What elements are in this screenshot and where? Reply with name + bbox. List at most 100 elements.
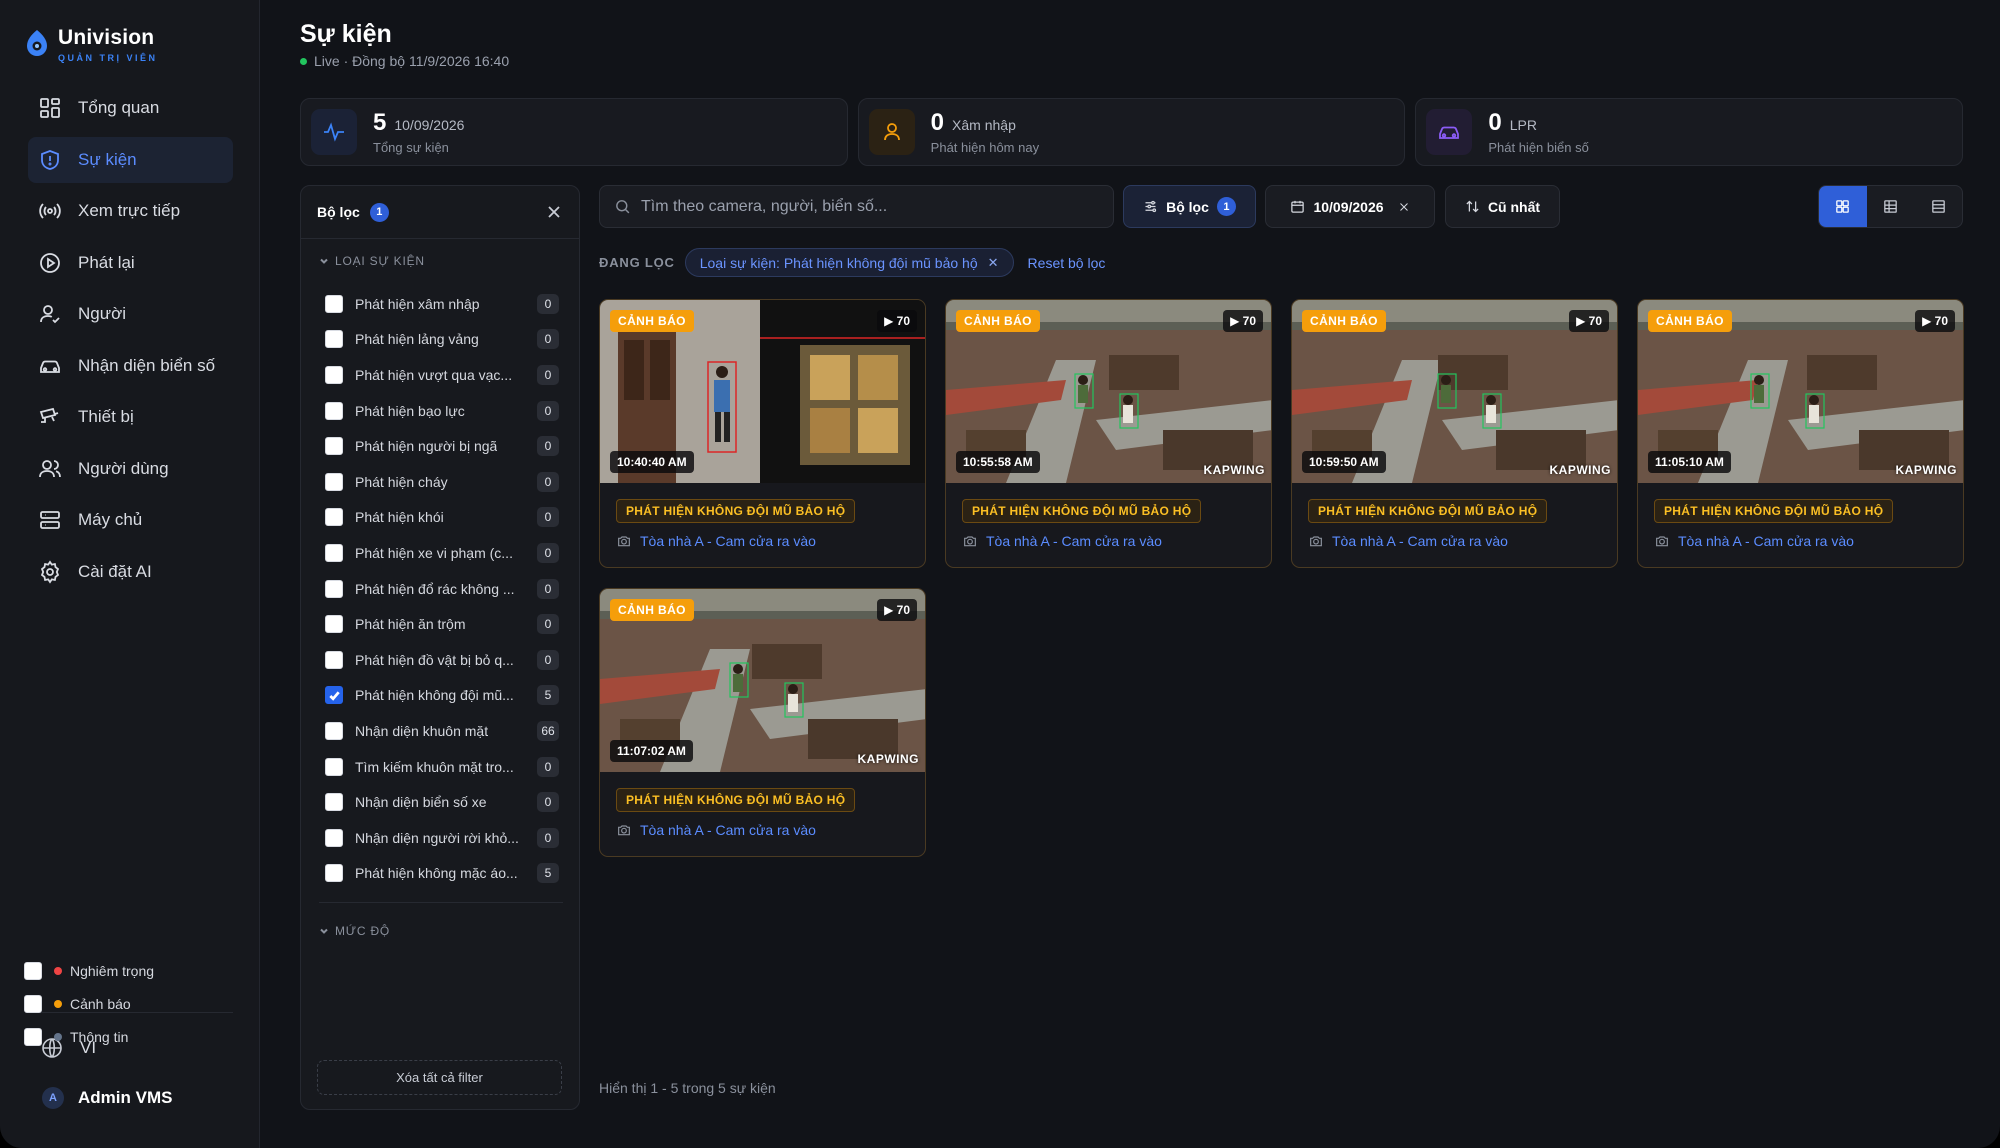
clear-all-filters-button[interactable]: Xóa tất cả filter	[317, 1060, 562, 1095]
event-thumbnail[interactable]: CẢNH BÁO ▶ 70 10:55:58 AM KAPWING	[946, 300, 1271, 483]
stat-unit: LPR	[1509, 117, 1537, 133]
event-type-option[interactable]: Phát hiện vượt qua vạc... 0	[325, 357, 559, 393]
checkbox[interactable]	[24, 961, 42, 980]
close-icon[interactable]: ✕	[988, 255, 999, 271]
event-type-option[interactable]: Phát hiện bạo lực 0	[325, 393, 559, 429]
sidebar-item-servers[interactable]: Máy chủ	[28, 497, 233, 543]
event-type-option[interactable]: Phát hiện đồ vật bị bỏ q... 0	[325, 642, 559, 678]
checkbox[interactable]	[325, 365, 343, 384]
event-card[interactable]: CẢNH BÁO ▶ 70 10:55:58 AM KAPWING PHÁT HIỆN …	[945, 299, 1272, 568]
sort-button[interactable]: Cũ nhất	[1445, 185, 1560, 228]
sidebar-item-people[interactable]: Người	[28, 291, 233, 337]
event-type-option[interactable]: Phát hiện xe vi phạm (c... 0	[325, 535, 559, 571]
search-bar	[599, 185, 1114, 228]
event-type-option[interactable]: Phát hiện không đội mũ... 5	[325, 678, 559, 714]
checkbox[interactable]	[325, 294, 343, 313]
event-type-section-toggle[interactable]: LOẠI SỰ KIỆN	[301, 254, 425, 268]
sliders-icon	[1145, 200, 1157, 213]
live-dot	[300, 57, 307, 65]
event-type-badge: PHÁT HIỆN KHÔNG ĐỘI MŨ BẢO HỘ	[1654, 499, 1894, 523]
close-icon[interactable]	[545, 203, 563, 221]
sidebar-item-live[interactable]: Xem trực tiếp	[28, 188, 233, 234]
user-menu[interactable]: A Admin VMS	[42, 1087, 172, 1109]
sidebar-item-users[interactable]: Người dùng	[28, 446, 233, 492]
event-type-option[interactable]: Phát hiện không mặc áo... 5	[325, 856, 559, 892]
sidebar-item-events[interactable]: Sự kiện	[28, 136, 233, 183]
event-type-option[interactable]: Phát hiện cháy 0	[325, 464, 559, 500]
checkbox[interactable]	[325, 650, 343, 669]
checkbox[interactable]	[325, 686, 343, 705]
event-type-option[interactable]: Nhận diện khuôn mặt 66	[325, 713, 559, 749]
sidebar-item-overview[interactable]: Tổng quan	[28, 85, 233, 131]
search-input[interactable]	[641, 197, 1081, 216]
checkbox[interactable]	[325, 437, 343, 456]
checkbox[interactable]	[325, 615, 343, 634]
camera-info: Tòa nhà A - Cam cửa ra vào	[962, 533, 1162, 549]
sidebar-item-lpr[interactable]: Nhận diện biển số	[28, 343, 233, 389]
search-icon	[616, 200, 630, 214]
active-filters-label: ĐANG LỌC	[599, 255, 675, 270]
checkbox[interactable]	[325, 472, 343, 491]
sidebar-item-devices[interactable]: Thiết bị	[28, 394, 233, 440]
event-type-option[interactable]: Phát hiện khói 0	[325, 500, 559, 536]
date-picker-button[interactable]: 10/09/2026	[1265, 185, 1435, 228]
checkbox[interactable]	[325, 721, 343, 740]
event-type-option[interactable]: Phát hiện người bị ngã 0	[325, 428, 559, 464]
severity-badge: CẢNH BÁO	[610, 599, 694, 621]
grid-view-button[interactable]	[1819, 186, 1867, 227]
event-type-option[interactable]: Phát hiện ăn trộm 0	[325, 606, 559, 642]
event-type-option[interactable]: Phát hiện lảng vảng 0	[325, 322, 559, 358]
event-card[interactable]: CẢNH BÁO ▶ 70 11:07:02 AM KAPWING PHÁT HIỆN …	[599, 588, 926, 857]
brand[interactable]: Univision QUẢN TRỊ VIÊN	[26, 26, 158, 63]
checkbox[interactable]	[325, 864, 343, 883]
camera-info: Tòa nhà A - Cam cửa ra vào	[1654, 533, 1854, 549]
checkbox[interactable]	[325, 330, 343, 349]
sidebar-item-playback[interactable]: Phát lại	[28, 240, 233, 286]
table-view-button[interactable]	[1867, 186, 1915, 227]
stat-subtitle: Phát hiện hôm nay	[930, 140, 1040, 155]
event-card[interactable]: CẢNH BÁO ▶ 70 10:40:40 AM PHÁT HIỆN KHÔNG Đ…	[599, 299, 926, 568]
sidebar-item-label: Người	[78, 304, 127, 323]
list-view-button[interactable]	[1914, 186, 1962, 227]
checkbox[interactable]	[24, 1027, 42, 1046]
event-type-count: 0	[537, 578, 559, 599]
reset-filters-link[interactable]: Reset bộ lọc	[1028, 255, 1106, 271]
severity-option-warning[interactable]: Cảnh báo	[24, 987, 154, 1020]
checkbox[interactable]	[325, 401, 343, 420]
event-card[interactable]: CẢNH BÁO ▶ 70 10:59:50 AM KAPWING PHÁT HIỆN …	[1291, 299, 1618, 568]
sidebar-item-ai-settings[interactable]: Cài đặt AI	[28, 549, 233, 595]
severity-section-toggle[interactable]: MỨC ĐỘ	[301, 924, 390, 938]
severity-option-info[interactable]: Thông tin	[24, 1020, 154, 1053]
event-type-option[interactable]: Phát hiện đổ rác không ... 0	[325, 571, 559, 607]
event-type-option[interactable]: Tìm kiếm khuôn mặt tro... 0	[325, 749, 559, 785]
checkbox[interactable]	[325, 793, 343, 812]
camera-info: Tòa nhà A - Cam cửa ra vào	[1308, 533, 1508, 549]
event-thumbnail[interactable]: CẢNH BÁO ▶ 70 10:59:50 AM KAPWING	[1292, 300, 1617, 483]
checkbox[interactable]	[325, 579, 343, 598]
event-thumbnail[interactable]: CẢNH BÁO ▶ 70 11:05:10 AM KAPWING	[1638, 300, 1963, 483]
date-label: 10/09/2026	[1313, 198, 1384, 215]
filter-button[interactable]: Bộ lọc 1	[1123, 185, 1256, 228]
checkbox[interactable]	[325, 543, 343, 562]
list-icon	[1931, 200, 1945, 213]
severity-option-critical[interactable]: Nghiêm trọng	[24, 954, 154, 987]
checkbox[interactable]	[24, 994, 42, 1013]
event-type-option[interactable]: Nhận diện người rời khỏ... 0	[325, 820, 559, 856]
active-filter-chip[interactable]: Loại sự kiện: Phát hiện không đội mũ bảo…	[684, 248, 1014, 277]
event-type-option[interactable]: Nhận diện biển số xe 0	[325, 784, 559, 820]
checkbox[interactable]	[325, 757, 343, 776]
event-type-label: Nhận diện người rời khỏ...	[355, 829, 519, 846]
close-icon[interactable]	[1398, 201, 1410, 213]
event-thumbnail[interactable]: CẢNH BÁO ▶ 70 10:40:40 AM	[600, 300, 925, 483]
user-check-icon	[40, 305, 60, 324]
checkbox[interactable]	[325, 508, 343, 527]
event-type-option[interactable]: Phát hiện xâm nhập 0	[325, 286, 559, 322]
sidebar-item-label: Cài đặt AI	[78, 561, 152, 581]
event-card[interactable]: CẢNH BÁO ▶ 70 11:05:10 AM KAPWING PHÁT HIỆN …	[1637, 299, 1964, 568]
event-thumbnail[interactable]: CẢNH BÁO ▶ 70 11:07:02 AM KAPWING	[600, 589, 925, 772]
watermark: KAPWING	[857, 752, 919, 766]
sidebar-item-label: Nhận diện biển số	[78, 355, 216, 375]
event-time: 11:07:02 AM	[610, 740, 693, 762]
checkbox[interactable]	[325, 828, 343, 847]
event-time: 10:59:50 AM	[1302, 451, 1386, 473]
